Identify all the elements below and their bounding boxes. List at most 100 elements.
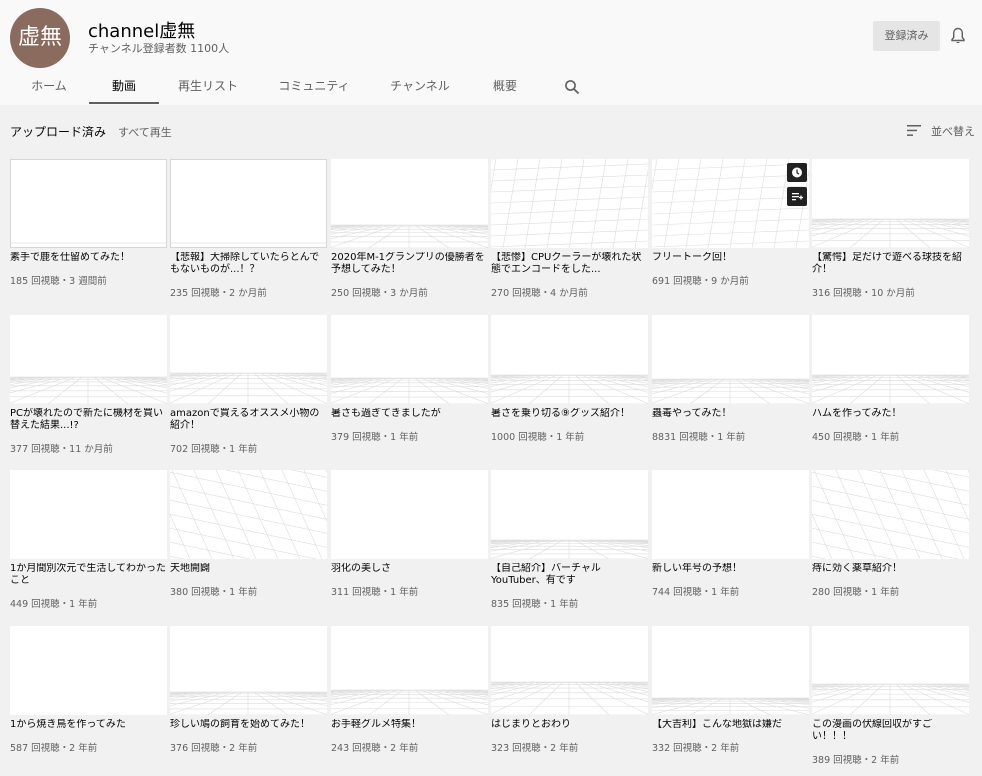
tab-channels[interactable]: チャンネル [383, 70, 457, 104]
thumbnail-image [10, 470, 167, 559]
thumbnail-image [171, 242, 326, 244]
thumbnail-image [491, 374, 648, 404]
tab-playlists[interactable]: 再生リスト [168, 70, 248, 104]
video-thumbnail[interactable] [170, 470, 327, 559]
video-thumbnail[interactable] [491, 470, 648, 559]
section-title: アップロード済み [10, 125, 107, 139]
tab-about[interactable]: 概要 [482, 70, 528, 104]
video-title[interactable]: 2020年M-1グランプリの優勝者を予想してみた！ [331, 252, 488, 276]
video-title[interactable]: 羽化の美しさ [331, 563, 488, 575]
video-title[interactable]: 天地開闢 [170, 563, 327, 575]
search-icon[interactable] [564, 79, 580, 95]
thumbnail-image [170, 470, 327, 559]
video-meta: 316 回視聴・10 か月前 [812, 288, 915, 299]
video-title[interactable]: 【驚愕】足だけで遊べる球技を紹介！ [812, 252, 969, 276]
video-meta: 332 回視聴・2 年前 [652, 743, 740, 754]
thumbnail-image [652, 697, 809, 715]
video-meta: 450 回視聴・1 年前 [812, 432, 900, 443]
thumbnail-image [812, 470, 969, 559]
thumbnail-image [11, 242, 166, 244]
tab-community[interactable]: コミュニティ [270, 70, 358, 104]
video-meta: 587 回視聴・2 年前 [10, 743, 98, 754]
thumbnail-image [491, 539, 648, 559]
video-thumbnail[interactable] [331, 315, 488, 404]
video-title[interactable]: 素手で鹿を仕留めてみた！ [10, 252, 167, 264]
thumbnail-image [331, 224, 488, 248]
video-title[interactable]: 1から焼き鳥を作ってみた [10, 719, 167, 731]
video-meta: 323 回視聴・2 年前 [491, 743, 579, 754]
video-thumbnail[interactable] [652, 159, 809, 248]
video-thumbnail[interactable] [652, 315, 809, 404]
video-thumbnail[interactable] [10, 626, 167, 715]
subscribed-button[interactable]: 登録済み [873, 21, 940, 51]
video-thumbnail[interactable] [812, 626, 969, 715]
video-meta: 380 回視聴・1 年前 [170, 587, 258, 598]
video-thumbnail[interactable] [491, 626, 648, 715]
thumbnail-image [491, 681, 648, 715]
video-title[interactable]: PCが壊れたので新たに機材を買い替えた結果...!? [10, 408, 167, 432]
channel-tabs: ホーム 動画 再生リスト コミュニティ チャンネル 概要 [0, 70, 982, 104]
video-title[interactable]: 【悲報】大掃除していたらとんでもないものが...！？ [170, 252, 327, 276]
thumbnail-image [812, 683, 969, 715]
video-thumbnail[interactable] [10, 159, 167, 248]
video-title[interactable]: 暑さを乗り切る⑨グッズ紹介！ [491, 408, 648, 420]
video-title[interactable]: はじまりとおわり [491, 719, 648, 731]
video-meta: 311 回視聴・1 年前 [331, 587, 419, 598]
video-title[interactable]: 【悲惨】CPUクーラーが壊れた状態でエンコードをした... [491, 252, 648, 276]
video-title[interactable]: 【自己紹介】バーチャルYouTuber、有です [491, 563, 648, 587]
thumbnail-image [652, 378, 809, 404]
video-thumbnail[interactable] [10, 470, 167, 559]
tab-home[interactable]: ホーム [20, 70, 78, 104]
video-title[interactable]: 暑さも過ぎてきましたが [331, 408, 488, 420]
video-meta: 389 回視聴・2 年前 [812, 755, 900, 766]
video-meta: 235 回視聴・2 か月前 [170, 288, 267, 299]
video-title[interactable]: amazonで買えるオススメ小物の紹介！ [170, 408, 327, 432]
video-title[interactable]: 蟲毒やってみた！ [652, 408, 809, 420]
video-title[interactable]: 痔に効く薬草紹介！ [812, 563, 969, 575]
video-thumbnail[interactable] [170, 626, 327, 715]
video-title[interactable]: この漫画の伏線回収がすごい！！！ [812, 719, 969, 743]
video-title[interactable]: 珍しい鳩の飼育を始めてみた！ [170, 719, 327, 731]
video-title[interactable]: 【大吉利】こんな地獄は嫌だ [652, 719, 809, 731]
channel-header: 虚無 channel虚無 チャンネル登録者数 1100人 登録済み ホーム 動画… [0, 0, 982, 105]
video-meta: 379 回視聴・1 年前 [331, 432, 419, 443]
video-thumbnail[interactable] [331, 626, 488, 715]
thumbnail-image [331, 470, 488, 559]
video-thumbnail[interactable] [812, 470, 969, 559]
video-title[interactable]: お手軽グルメ特集！ [331, 719, 488, 731]
video-meta: 449 回視聴・1 年前 [10, 599, 98, 610]
channel-avatar[interactable]: 虚無 [10, 8, 70, 68]
video-title[interactable]: 新しい年号の予想！ [652, 563, 809, 575]
video-thumbnail[interactable] [491, 159, 648, 248]
video-thumbnail[interactable] [331, 159, 488, 248]
video-thumbnail[interactable] [652, 626, 809, 715]
bell-icon[interactable] [950, 27, 966, 45]
video-meta: 744 回視聴・1 年前 [652, 587, 740, 598]
thumbnail-image [812, 374, 969, 404]
tab-videos[interactable]: 動画 [89, 70, 159, 104]
video-thumbnail[interactable] [170, 315, 327, 404]
video-thumbnail[interactable] [10, 315, 167, 404]
video-thumbnail[interactable] [652, 470, 809, 559]
subscriber-count: チャンネル登録者数 1100人 [88, 42, 230, 55]
clock-icon[interactable] [787, 163, 807, 182]
video-title[interactable]: フリートーク回！ [652, 252, 809, 264]
video-thumbnail[interactable] [491, 315, 648, 404]
play-all-link[interactable]: すべて再生 [118, 124, 172, 140]
video-thumbnail[interactable] [812, 315, 969, 404]
video-title[interactable]: ハムを作ってみた！ [812, 408, 969, 420]
video-meta: 185 回視聴・3 週間前 [10, 276, 107, 287]
video-meta: 835 回視聴・1 年前 [491, 599, 579, 610]
thumbnail-image [491, 159, 648, 248]
video-meta: 270 回視聴・4 か月前 [491, 288, 588, 299]
video-meta: 691 回視聴・9 か月前 [652, 276, 749, 287]
video-title[interactable]: 1か月間別次元で生活してわかったこと [10, 563, 167, 587]
video-thumbnail[interactable] [812, 159, 969, 248]
video-thumbnail[interactable] [331, 470, 488, 559]
queue-icon[interactable] [787, 187, 807, 206]
sort-icon [907, 125, 921, 136]
video-thumbnail[interactable] [170, 159, 327, 248]
thumbnail-image [170, 691, 327, 715]
thumbnail-image [652, 470, 809, 559]
video-meta: 250 回視聴・3 か月前 [331, 288, 428, 299]
